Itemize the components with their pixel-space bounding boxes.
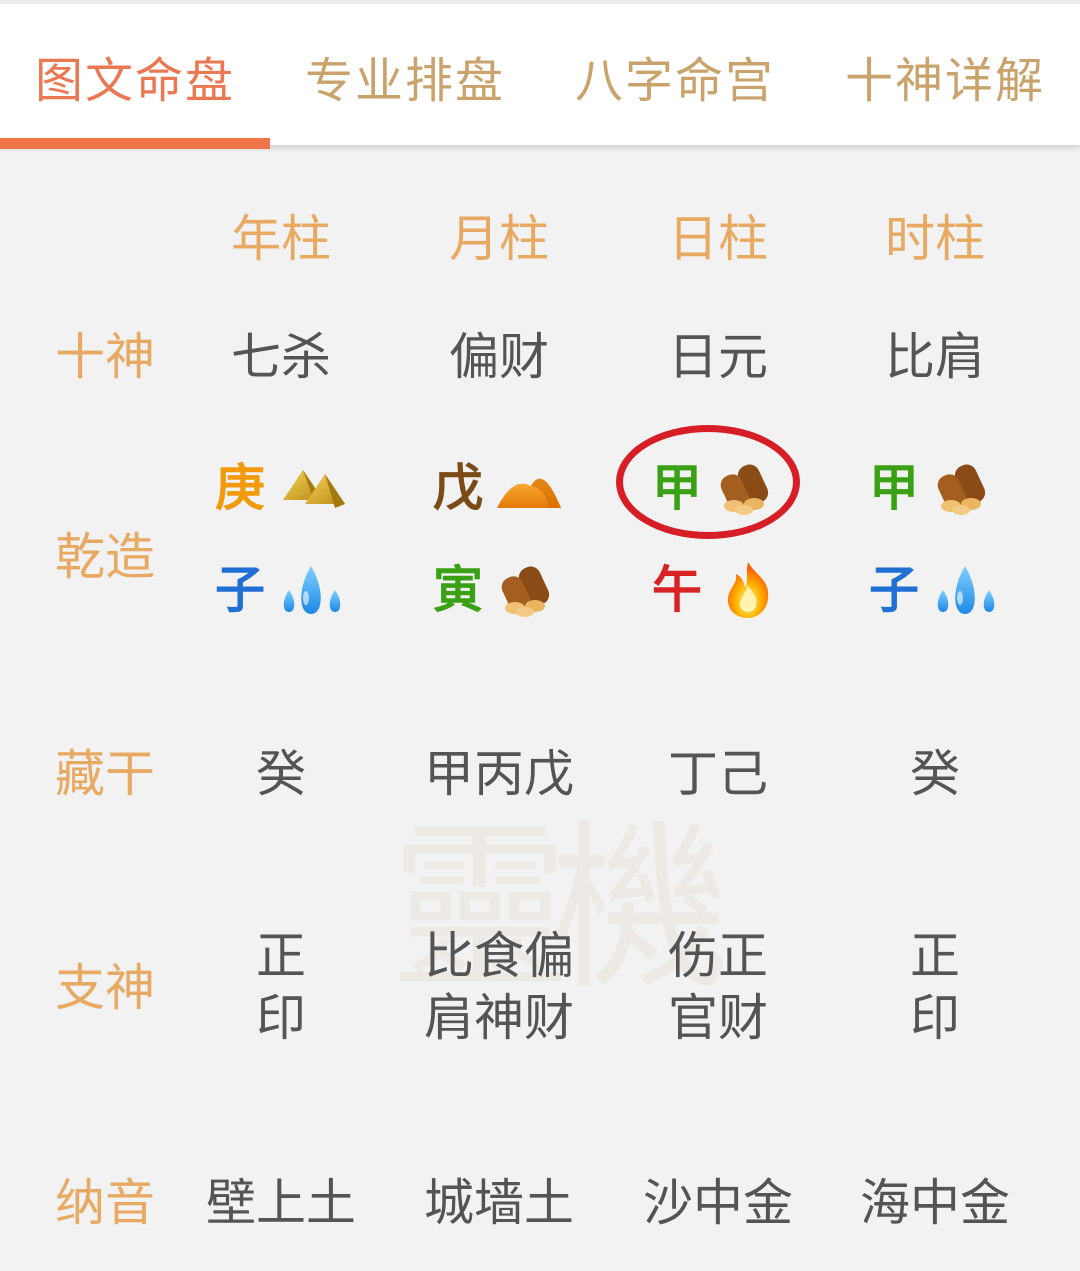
branch-glyph: 子 xyxy=(869,561,919,619)
canggan-month: 甲丙戊 xyxy=(424,745,574,803)
row-label-nayin: 纳音 xyxy=(55,1174,155,1232)
tab-professional-chart[interactable]: 专业排盘 xyxy=(270,4,540,145)
canggan-day: 丁己 xyxy=(668,745,768,803)
col-header-year: 年柱 xyxy=(231,210,331,268)
shishen-month: 偏财 xyxy=(449,328,549,386)
tab-bazi-palace[interactable]: 八字命宫 xyxy=(540,4,810,145)
nayin-day: 沙中金 xyxy=(643,1174,793,1232)
canggan-hour: 癸 xyxy=(910,745,960,803)
stem-glyph: 戊 xyxy=(433,459,483,517)
branch-year: 子 xyxy=(181,555,381,625)
branch-glyph: 午 xyxy=(652,561,702,619)
row-label-zhishen: 支神 xyxy=(55,959,155,1017)
col-header-hour: 时柱 xyxy=(885,210,985,268)
water-icon xyxy=(929,560,1001,620)
row-label-qianzao: 乾造 xyxy=(55,528,155,586)
branch-glyph: 寅 xyxy=(433,561,483,619)
zhishen-hour-line2: 印 xyxy=(910,989,960,1047)
stem-glyph: 甲 xyxy=(869,459,919,517)
shishen-day: 日元 xyxy=(668,328,768,386)
branch-day: 午 xyxy=(618,555,818,625)
col-header-day: 日柱 xyxy=(668,210,768,268)
stem-year: 庚 xyxy=(181,453,381,523)
row-label-canggan: 藏干 xyxy=(55,745,155,803)
wood-icon xyxy=(929,458,1001,518)
earth-icon xyxy=(493,458,565,518)
zhishen-year-line1: 正 xyxy=(256,927,306,985)
tab-ten-gods[interactable]: 十神详解 xyxy=(810,4,1080,145)
row-label-shishen: 十神 xyxy=(55,328,155,386)
water-icon xyxy=(275,560,347,620)
wood-icon xyxy=(493,560,565,620)
tab-bar: 图文命盘 专业排盘 八字命宫 十神详解 xyxy=(0,0,1080,149)
nayin-month: 城墙土 xyxy=(424,1174,574,1232)
stem-hour: 甲 xyxy=(835,453,1035,523)
shishen-hour: 比肩 xyxy=(885,328,985,386)
stem-glyph: 庚 xyxy=(215,459,265,517)
zhishen-month-line1: 比食偏 xyxy=(424,927,574,985)
nayin-hour: 海中金 xyxy=(860,1174,1010,1232)
stem-month: 戊 xyxy=(399,453,599,523)
day-master-highlight xyxy=(616,425,800,539)
branch-glyph: 子 xyxy=(215,561,265,619)
branch-hour: 子 xyxy=(835,555,1035,625)
fire-icon xyxy=(712,560,784,620)
col-header-month: 月柱 xyxy=(449,210,549,268)
nayin-year: 壁上土 xyxy=(206,1174,356,1232)
tab-chart-illustrated[interactable]: 图文命盘 xyxy=(0,4,270,145)
zhishen-year-line2: 印 xyxy=(256,989,306,1047)
zhishen-day-line2: 官财 xyxy=(668,989,768,1047)
canggan-year: 癸 xyxy=(256,745,306,803)
zhishen-day-line1: 伤正 xyxy=(668,927,768,985)
branch-month: 寅 xyxy=(399,555,599,625)
active-tab-indicator xyxy=(0,138,270,149)
metal-icon xyxy=(275,458,347,518)
zhishen-hour-line1: 正 xyxy=(910,927,960,985)
zhishen-month-line2: 肩神财 xyxy=(424,989,574,1047)
shishen-year: 七杀 xyxy=(231,328,331,386)
